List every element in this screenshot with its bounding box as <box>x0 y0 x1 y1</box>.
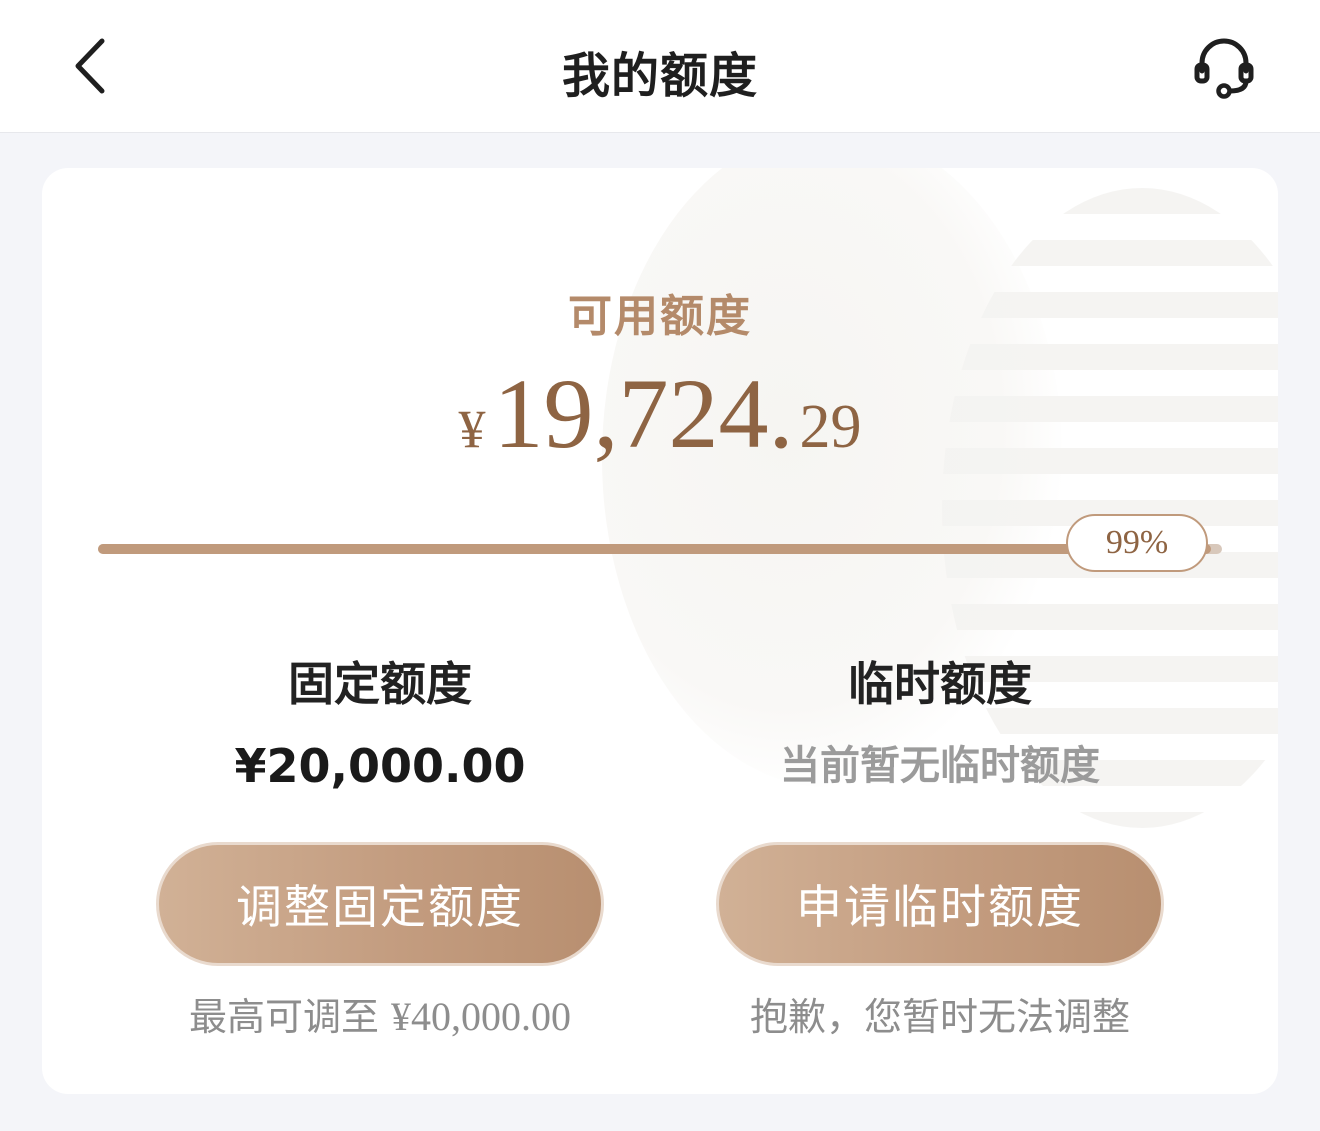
apply-temporary-quota-button[interactable]: 申请临时额度 <box>716 842 1164 966</box>
fixed-quota-note: 最高可调至 ¥40,000.00 <box>100 986 660 1041</box>
quota-card: 可用额度 ¥19,724.29 99% 固定额度 ¥20,000.00 调整固定… <box>42 168 1278 1094</box>
fixed-quota-value: ¥20,000.00 <box>234 739 526 793</box>
customer-service-button[interactable] <box>1186 32 1262 102</box>
fixed-note-prefix: 最高可调至 <box>188 995 379 1039</box>
temporary-quota-status: 当前暂无临时额度 <box>780 743 1100 789</box>
available-quota-label: 可用额度 <box>568 291 752 342</box>
fixed-quota-title: 固定额度 <box>288 657 472 711</box>
available-amount: ¥19,724.29 <box>42 356 1278 471</box>
temporary-quota-title: 临时额度 <box>848 657 1032 711</box>
page-title: 我的额度 <box>561 48 758 104</box>
top-nav-bar: 我的额度 <box>0 0 1320 133</box>
amount-decimal: 29 <box>799 393 862 461</box>
temporary-quota-note: 抱歉，您暂时无法调整 <box>749 995 1130 1039</box>
usage-progress-bar <box>98 544 1222 554</box>
amount-integer: 19,724. <box>493 358 794 469</box>
headset-icon <box>1194 38 1254 99</box>
fixed-quota-section: 固定额度 ¥20,000.00 调整固定额度 最高可调至 ¥40,000.00 <box>100 654 660 1041</box>
adjust-fixed-quota-button[interactable]: 调整固定额度 <box>156 842 604 966</box>
currency-symbol: ¥ <box>458 399 486 459</box>
usage-progress-fill <box>98 544 1211 554</box>
temporary-quota-section: 临时额度 当前暂无临时额度 申请临时额度 抱歉，您暂时无法调整 <box>660 654 1220 1041</box>
fixed-note-amount: ¥40,000.00 <box>391 994 572 1039</box>
usage-percent-badge: 99% <box>1066 514 1208 572</box>
